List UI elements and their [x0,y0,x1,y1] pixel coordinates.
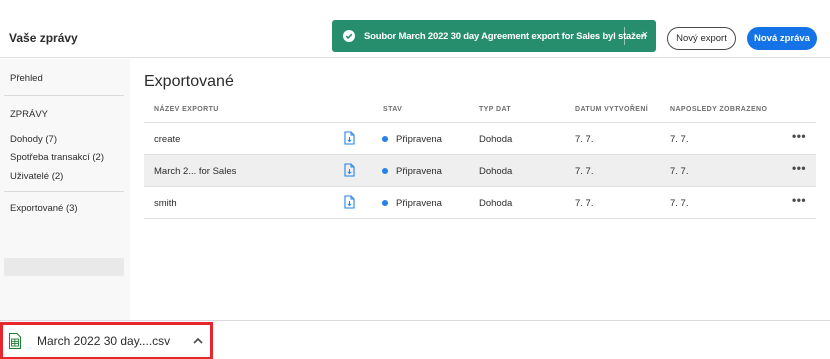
export-type: Dohoda [479,134,513,145]
toast-message: Soubor March 2022 30 day Agreement expor… [364,30,647,42]
export-type: Dohoda [479,166,513,177]
sidebar-divider [4,191,124,192]
top-header: Vaše zprávy Soubor March 2022 30 day Agr… [0,0,830,58]
sidebar-item-agreements[interactable]: Dohody (7) [10,134,57,145]
export-name: smith [154,198,177,209]
download-item[interactable]: March 2022 30 day....csv [0,322,213,359]
download-toast: Soubor March 2022 30 day Agreement expor… [332,20,656,52]
column-header-name[interactable]: NÁZEV EXPORTU [154,106,219,113]
column-header-type[interactable]: TYP DAT [479,106,511,113]
new-report-button[interactable]: Nová zpráva [747,27,817,50]
export-created: 7. 7. [575,134,594,145]
status-dot [382,200,388,206]
more-actions-icon[interactable]: ••• [792,129,806,143]
section-title: Exportované [144,73,234,90]
export-status: Připravena [396,198,442,209]
export-status: Připravena [396,166,442,177]
table-row[interactable]: smith Připravena Dohoda 7. 7. 7. 7. ••• [144,187,816,219]
column-header-viewed[interactable]: NAPOSLEDY ZOBRAZENO [670,106,767,113]
status-dot [382,168,388,174]
column-header-created[interactable]: DATUM VYTVOŘENÍ [575,106,648,113]
sidebar-item-users[interactable]: Uživatelé (2) [10,171,63,182]
page-title: Vaše zprávy [9,31,78,45]
sidebar-divider [4,95,124,96]
browser-download-bar: March 2022 30 day....csv [0,320,830,359]
toast-divider [624,27,625,45]
column-header-status[interactable]: STAV [383,106,402,113]
sidebar-item-exported[interactable]: Exportované (3) [10,203,78,214]
table-header: NÁZEV EXPORTU STAV TYP DAT DATUM VYTVOŘE… [144,99,816,123]
more-actions-icon[interactable]: ••• [792,161,806,175]
table-row[interactable]: create Připravena Dohoda 7. 7. 7. 7. ••• [144,123,816,155]
export-name: create [154,134,181,145]
export-created: 7. 7. [575,198,594,209]
export-created: 7. 7. [575,166,594,177]
toast-close-button[interactable]: × [642,29,648,41]
check-circle-icon [343,30,355,42]
sidebar-item-overview[interactable]: Přehled [10,73,43,84]
export-type: Dohoda [479,198,513,209]
export-viewed: 7. 7. [670,166,689,177]
chevron-up-icon[interactable] [192,335,204,347]
export-name: March 2... for Sales [154,166,237,177]
sidebar-item-transactions[interactable]: Spotřeba transakcí (2) [10,152,104,163]
status-dot [382,136,388,142]
spreadsheet-file-icon [9,333,21,349]
export-viewed: 7. 7. [670,198,689,209]
export-status: Připravena [396,134,442,145]
sidebar-reports-heading: ZPRÁVY [10,109,49,120]
sidebar-active-highlight [4,258,124,276]
table-row[interactable]: March 2... for Sales Připravena Dohoda 7… [144,155,816,187]
download-document-icon[interactable] [344,131,356,145]
sidebar: Přehled ZPRÁVY Dohody (7) Spotřeba trans… [0,59,130,321]
new-export-button[interactable]: Nový export [667,27,736,50]
download-document-icon[interactable] [344,163,356,177]
export-viewed: 7. 7. [670,134,689,145]
download-file-name: March 2022 30 day....csv [37,334,171,348]
more-actions-icon[interactable]: ••• [792,193,806,207]
download-document-icon[interactable] [344,195,356,209]
